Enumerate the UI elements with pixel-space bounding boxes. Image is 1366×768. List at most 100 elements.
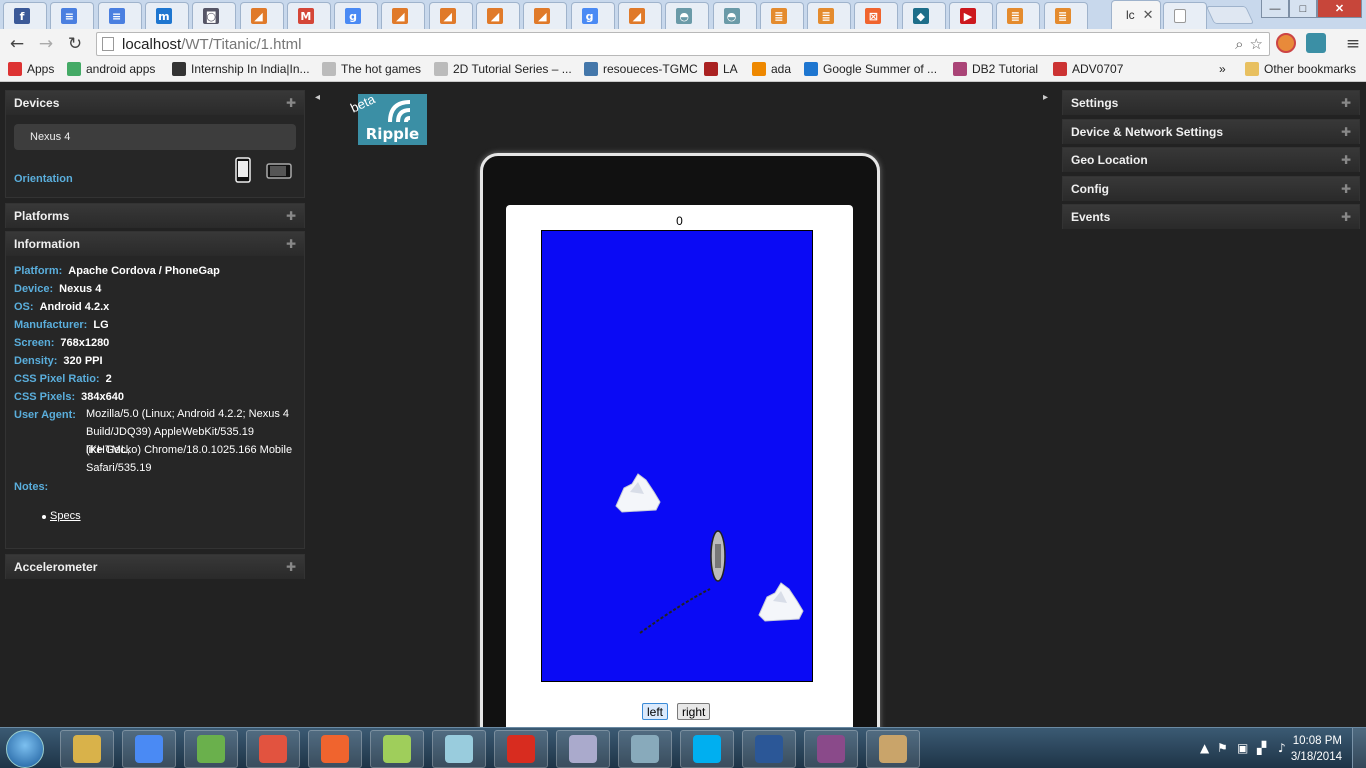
taskbar-utorrent[interactable] [184, 730, 238, 768]
expand-icon[interactable]: ✚ [1341, 125, 1351, 139]
browser-tab[interactable]: ≣ [759, 2, 804, 29]
browser-tab[interactable]: ▶ [949, 2, 993, 29]
bookmark-adv0707[interactable]: ADV0707 [1053, 62, 1123, 76]
bookmark-resoueces-tgmc[interactable]: resoueces-TGMC [584, 62, 698, 76]
browser-tab[interactable]: m [144, 2, 189, 29]
taskbar-git[interactable] [246, 730, 300, 768]
browser-tab[interactable]: ≣ [996, 2, 1041, 29]
taskbar-winrar[interactable] [804, 730, 858, 768]
taskbar-notepad-plus[interactable] [370, 730, 424, 768]
panel-header[interactable]: Settings ✚ [1063, 91, 1359, 115]
browser-tab[interactable]: M [286, 2, 331, 29]
address-bar[interactable]: localhost/WT/Titanic/1.html ⌕ ☆ [96, 32, 1270, 56]
action-center-flag-icon[interactable]: ⚑ [1217, 741, 1228, 755]
active-tab[interactable]: lc ✕ [1111, 0, 1161, 29]
right-button[interactable]: right [677, 703, 711, 720]
collapse-right-arrow-icon[interactable]: ▸ [1043, 92, 1048, 103]
browser-tab[interactable]: ◢ [476, 2, 520, 29]
browser-tab[interactable]: ◓ [712, 2, 757, 29]
bookmark-db2-tutorial[interactable]: DB2 Tutorial [953, 62, 1038, 76]
devices-panel-header[interactable]: Devices ✚ [6, 91, 304, 115]
reload-button[interactable]: ↻ [63, 32, 87, 56]
panel-header[interactable]: Events ✚ [1063, 205, 1359, 229]
close-window-button[interactable]: ✕ [1317, 0, 1362, 18]
panel-header[interactable]: Device & Network Settings ✚ [1063, 119, 1359, 144]
browser-tab[interactable]: g [334, 2, 379, 29]
clock-date[interactable]: 3/18/2014 [1291, 751, 1342, 763]
device-icon[interactable]: ▣ [1237, 741, 1248, 755]
browser-tab[interactable]: ◢ [381, 2, 426, 29]
information-panel-header[interactable]: Information ✚ [6, 232, 304, 256]
bookmarks-overflow-button[interactable]: » [1219, 62, 1226, 76]
expand-icon[interactable]: ✚ [286, 560, 296, 574]
taskbar-chrome[interactable] [122, 730, 176, 768]
expand-icon[interactable]: ✚ [286, 209, 296, 223]
bookmark-la[interactable]: LA [704, 62, 738, 76]
bookmark-android-apps[interactable]: android apps [67, 62, 155, 76]
bookmark-the-hot-games[interactable]: The hot games [322, 62, 421, 76]
maximize-button[interactable]: □ [1289, 0, 1317, 18]
taskbar-paint[interactable] [866, 730, 920, 768]
device-select[interactable]: Nexus 4 [14, 124, 296, 150]
close-tab-icon[interactable]: ✕ [1143, 7, 1154, 23]
taskbar-virtualbox[interactable] [618, 730, 672, 768]
taskbar-calculator[interactable] [556, 730, 610, 768]
taskbar-sticky-notes[interactable] [432, 730, 486, 768]
bookmark-google-summer-of[interactable]: Google Summer of ... [804, 62, 937, 76]
bookmark-ada[interactable]: ada [752, 62, 791, 76]
start-button[interactable] [6, 730, 44, 768]
panel-header[interactable]: Geo Location ✚ [1063, 148, 1359, 172]
expand-icon[interactable]: ✚ [1341, 153, 1351, 167]
browser-tab[interactable]: ◢ [617, 2, 662, 29]
bookmark-2d-tutorial-series[interactable]: 2D Tutorial Series – ... [434, 62, 572, 76]
panel-header[interactable]: Config ✚ [1063, 176, 1359, 201]
volume-icon[interactable]: ♪ [1278, 741, 1286, 755]
other-bookmarks-folder[interactable]: Other bookmarks [1245, 62, 1356, 76]
browser-tab[interactable]: ≣ [807, 2, 852, 29]
show-desktop-button[interactable] [1352, 728, 1366, 768]
taskbar-xampp[interactable] [308, 730, 362, 768]
browser-tab[interactable]: ≡ [97, 2, 142, 29]
browser-tab[interactable]: f [3, 2, 47, 29]
forward-button[interactable]: → [34, 32, 58, 56]
new-tab-page[interactable] [1163, 2, 1207, 29]
taskbar-word[interactable] [742, 730, 796, 768]
taskbar-explorer[interactable] [60, 730, 114, 768]
menu-icon[interactable]: ≡ [1341, 32, 1365, 56]
accelerometer-panel-header[interactable]: Accelerometer ✚ [6, 555, 304, 579]
browser-tab[interactable]: ◓ [665, 2, 710, 29]
bookmark-internship-in-india-in[interactable]: Internship In India|In... [172, 62, 310, 76]
browser-tab[interactable]: ◢ [239, 2, 284, 29]
show-hidden-icons-icon[interactable]: ▲ [1200, 741, 1209, 755]
search-icon[interactable]: ⌕ [1235, 35, 1243, 53]
clock-time[interactable]: 10:08 PM [1293, 735, 1342, 747]
browser-tab[interactable]: ◢ [523, 2, 568, 29]
expand-icon[interactable]: ✚ [286, 237, 296, 251]
landscape-orientation-icon[interactable] [266, 163, 292, 179]
browser-tab[interactable]: ≣ [1043, 2, 1088, 29]
new-tab-button[interactable] [1205, 6, 1255, 24]
star-icon[interactable]: ☆ [1250, 35, 1263, 53]
browser-tab[interactable]: ≡ [50, 2, 95, 29]
browser-tab[interactable]: ◢ [428, 2, 473, 29]
left-button[interactable]: left [642, 703, 669, 720]
ripple-extension-icon[interactable] [1306, 33, 1326, 53]
specs-link[interactable]: Specs [50, 510, 81, 522]
browser-tab[interactable]: ⊠ [854, 2, 899, 29]
taskbar-acrobat[interactable] [494, 730, 548, 768]
collapse-left-arrow-icon[interactable]: ◂ [315, 92, 320, 103]
expand-icon[interactable]: ✚ [286, 96, 296, 110]
platforms-panel-header[interactable]: Platforms ✚ [6, 204, 304, 228]
portrait-orientation-icon[interactable] [235, 157, 251, 183]
browser-tab[interactable]: g [570, 2, 615, 29]
expand-icon[interactable]: ✚ [1341, 96, 1351, 110]
bookmark-apps[interactable]: Apps [8, 62, 54, 76]
browser-tab[interactable]: ◙ [192, 2, 237, 29]
extension-block-icon[interactable] [1276, 33, 1296, 53]
minimize-button[interactable]: — [1261, 0, 1289, 18]
browser-tab[interactable]: ◆ [901, 2, 946, 29]
expand-icon[interactable]: ✚ [1341, 182, 1351, 196]
expand-icon[interactable]: ✚ [1341, 210, 1351, 224]
taskbar-skype[interactable] [680, 730, 734, 768]
back-button[interactable]: ← [5, 32, 29, 56]
